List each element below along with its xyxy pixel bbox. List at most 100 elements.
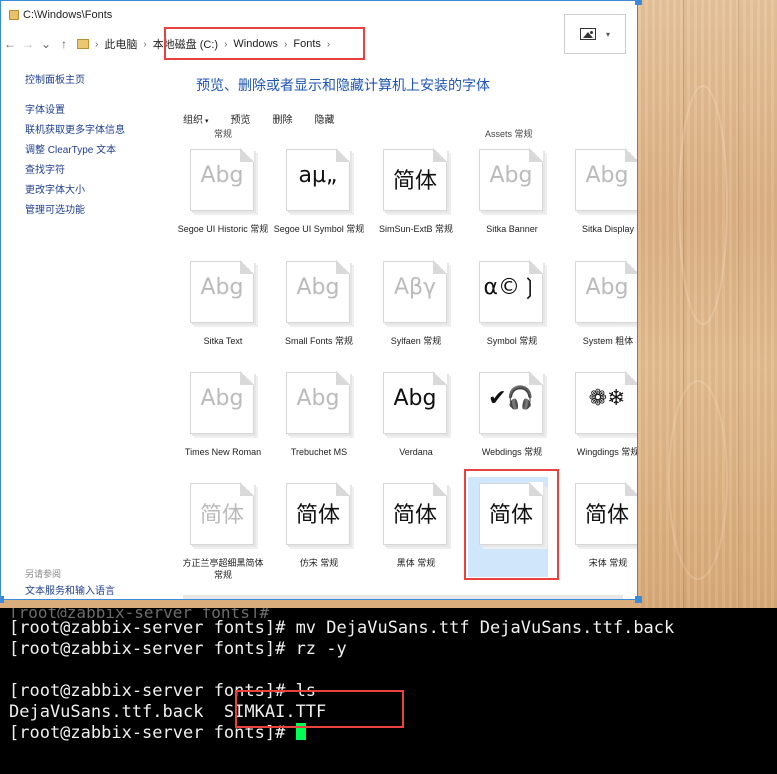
font-name: 黑体 常规 <box>396 558 436 568</box>
font-name: Segoe UI Symbol 常规 <box>273 224 365 234</box>
font-file-icon: 简体 <box>383 482 449 547</box>
window-title: C:\Windows\Fonts <box>23 9 113 21</box>
sidebar-link-optional-features[interactable]: 管理可选功能 <box>25 201 165 221</box>
font-tile[interactable]: Abg System 粗体 <box>562 260 637 347</box>
command-toolbar: 组织 ▾ 预览 删除 隐藏 <box>183 111 335 126</box>
font-sample: Abg <box>489 163 533 188</box>
sidebar-link-find-character[interactable]: 查找字符 <box>25 161 165 181</box>
font-tile[interactable]: Abg Trebuchet MS <box>273 371 365 458</box>
font-file-icon: Abg <box>383 371 449 436</box>
hide-button[interactable]: 隐藏 <box>315 111 335 126</box>
font-file-icon: 简体 <box>383 148 449 213</box>
font-sample: aµ„ <box>298 163 338 188</box>
font-file-icon: ❁❄ <box>575 371 637 436</box>
font-tile[interactable]: Abg Times New Roman <box>177 371 269 458</box>
font-file-icon: Abg <box>286 260 352 325</box>
terminal-line: [root@zabbix-server fonts]# mv DejaVuSan… <box>9 618 675 638</box>
highlight-box-path <box>164 27 365 60</box>
page-title: 预览、删除或者显示和隐藏计算机上安装的字体 <box>196 77 490 93</box>
resize-handle[interactable] <box>0 596 4 603</box>
sidebar-see-also: 另请参阅 文本服务和输入语言 <box>25 567 115 599</box>
font-sample: 简体 <box>295 503 340 528</box>
back-icon[interactable]: ← <box>1 37 19 51</box>
font-tile[interactable]: Αβγ Sylfaen 常规 <box>370 260 462 347</box>
sidebar-link-text-services[interactable]: 文本服务和输入语言 <box>25 585 115 599</box>
resize-handle[interactable] <box>635 0 642 5</box>
folder-icon <box>9 10 19 20</box>
font-sample: 简体 <box>392 503 437 528</box>
font-name: Times New Roman <box>184 447 262 457</box>
font-sample: Αβγ <box>393 275 437 300</box>
delete-button[interactable]: 删除 <box>273 111 293 126</box>
font-tile[interactable]: 简体 SimSun-ExtB 常规 <box>370 148 462 235</box>
preview-pane-button[interactable]: ▾ <box>564 14 626 54</box>
font-name: Segoe UI Historic 常规 <box>177 224 269 234</box>
font-sample: Abg <box>296 275 340 300</box>
recent-dropdown-icon[interactable]: ⌄ <box>37 37 55 51</box>
title-bar: C:\Windows\Fonts <box>1 1 637 29</box>
font-sample: ✔🎧 <box>488 386 534 411</box>
organize-menu[interactable]: 组织 ▾ <box>183 111 209 126</box>
font-sample: 简体 <box>584 503 629 528</box>
sidebar-home-link[interactable]: 控制面板主页 <box>25 71 165 91</box>
see-also-heading: 另请参阅 <box>25 569 62 579</box>
font-tile[interactable]: Abg Verdana <box>370 371 462 458</box>
font-sample: Abg <box>200 275 244 300</box>
font-name: Symbol 常规 <box>486 336 538 346</box>
font-file-icon: Abg <box>575 148 637 213</box>
breadcrumb-this-pc[interactable]: 此电脑 <box>98 36 143 52</box>
wood-background <box>638 0 777 608</box>
font-file-icon: Abg <box>479 148 545 213</box>
font-name: Verdana <box>399 447 433 457</box>
explorer-window: C:\Windows\Fonts ← → ⌄ ↑ › 此电脑 › 本地磁盘 (C… <box>0 0 638 600</box>
preview-button[interactable]: 预览 <box>231 111 251 126</box>
chevron-down-icon: ▾ <box>605 29 610 39</box>
font-tile[interactable]: ❁❄ Wingdings 常规 <box>562 371 637 458</box>
font-tile[interactable]: α©❳ Symbol 常规 <box>466 260 558 347</box>
font-tile[interactable]: ✔🎧 Webdings 常规 <box>466 371 558 458</box>
font-tile[interactable]: 简体 宋体 常规 <box>562 482 637 569</box>
font-tile[interactable]: aµ„ Segoe UI Symbol 常规 <box>273 148 365 235</box>
font-file-icon: aµ„ <box>286 148 352 213</box>
font-tile[interactable]: Abg Sitka Banner <box>466 148 558 235</box>
resize-handle[interactable] <box>635 596 642 603</box>
folder-icon <box>77 39 89 49</box>
terminal-faded-line: [root@zabbix-server fonts]# <box>9 608 270 618</box>
partial-tile-label: 常规 <box>214 129 233 139</box>
font-file-icon: ✔🎧 <box>479 371 545 436</box>
sidebar-link-more-fonts-online[interactable]: 联机获取更多字体信息 <box>25 121 165 141</box>
font-name: 宋体 常规 <box>588 558 628 568</box>
font-file-icon: Abg <box>190 148 256 213</box>
forward-icon[interactable]: → <box>19 37 37 51</box>
font-name: 方正兰亭超细黑简体 常规 <box>182 558 264 580</box>
font-name: 仿宋 常规 <box>299 558 339 568</box>
font-tile[interactable]: 简体 方正兰亭超细黑简体 常规 <box>177 482 269 581</box>
highlight-box-selected-font <box>464 469 559 580</box>
font-file-icon: Abg <box>190 371 256 436</box>
font-tile[interactable]: 简体 仿宋 常规 <box>273 482 365 569</box>
font-sample: Abg <box>200 386 244 411</box>
sidebar: 控制面板主页 字体设置 联机获取更多字体信息 调整 ClearType 文本 查… <box>25 71 165 221</box>
font-tile[interactable]: 简体 黑体 常规 <box>370 482 462 569</box>
terminal-line: [root@zabbix-server fonts]# rz -y <box>9 639 347 659</box>
font-file-icon: α©❳ <box>479 260 545 325</box>
font-sample: Abg <box>585 275 629 300</box>
highlight-box-simkai <box>235 690 404 728</box>
font-tile[interactable]: Abg Sitka Text <box>177 260 269 347</box>
sidebar-link-cleartype[interactable]: 调整 ClearType 文本 <box>25 141 165 161</box>
sidebar-link-font-settings[interactable]: 字体设置 <box>25 101 165 121</box>
font-sample: Abg <box>296 386 340 411</box>
sidebar-link-change-font-size[interactable]: 更改字体大小 <box>25 181 165 201</box>
font-name: System 粗体 <box>582 336 634 346</box>
font-tile[interactable]: Abg Segoe UI Historic 常规 <box>177 148 269 235</box>
font-name: Webdings 常规 <box>481 447 543 457</box>
font-tile[interactable]: Abg Sitka Display <box>562 148 637 235</box>
font-sample: 简体 <box>392 169 437 194</box>
font-tile[interactable]: Abg Small Fonts 常规 <box>273 260 365 347</box>
horizontal-scrollbar[interactable] <box>183 595 623 599</box>
font-name: Trebuchet MS <box>290 447 348 457</box>
font-name: Sylfaen 常规 <box>390 336 442 346</box>
font-sample: α©❳ <box>483 275 539 300</box>
up-icon[interactable]: ↑ <box>55 37 73 51</box>
